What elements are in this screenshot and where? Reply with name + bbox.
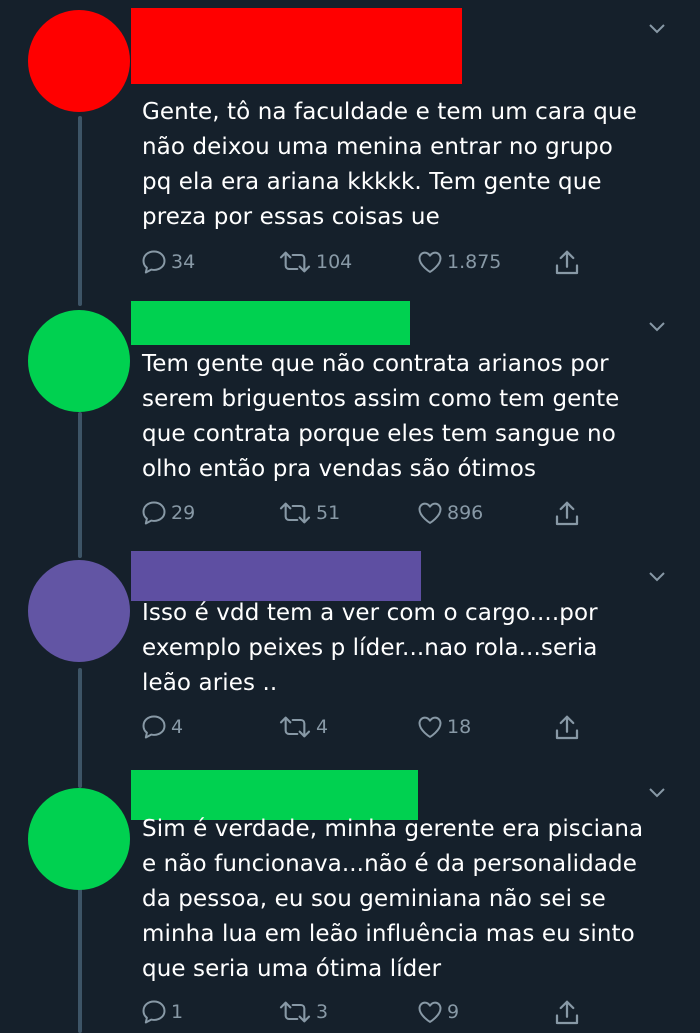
like-button[interactable]: 896: [416, 499, 483, 527]
retweet-button[interactable]: 51: [277, 499, 340, 527]
heart-icon: [418, 716, 442, 738]
tweet-actions: 4 4 18: [140, 713, 600, 743]
tweet[interactable]: Isso é vdd tem a ver com o cargo....por …: [0, 540, 700, 760]
retweet-icon: [279, 1001, 311, 1023]
reply-icon: [142, 250, 166, 274]
like-count: 1.875: [447, 251, 502, 273]
reply-count: 29: [171, 502, 196, 524]
redacted-username[interactable]: [131, 301, 410, 345]
tweet-text: Isso é vdd tem a ver com o cargo....por …: [142, 600, 598, 696]
redacted-username[interactable]: [131, 551, 421, 601]
retweet-count: 104: [316, 251, 353, 273]
heart-icon: [418, 251, 442, 273]
avatar[interactable]: [28, 10, 130, 112]
share-button[interactable]: [552, 499, 582, 529]
reply-button[interactable]: 4: [140, 713, 183, 741]
avatar[interactable]: [28, 788, 130, 890]
retweet-button[interactable]: 3: [277, 998, 328, 1026]
reply-icon: [142, 715, 166, 739]
share-button[interactable]: [552, 248, 582, 278]
retweet-icon: [279, 502, 311, 524]
like-button[interactable]: 9: [416, 998, 459, 1026]
reply-count: 1: [171, 1001, 184, 1023]
tweet-text: Sim é verdade, minha gerente era piscian…: [142, 816, 644, 982]
reply-button[interactable]: 29: [140, 499, 195, 527]
chevron-down-icon[interactable]: [648, 787, 666, 799]
redacted-username[interactable]: [131, 8, 462, 84]
reply-count: 34: [171, 251, 196, 273]
heart-icon: [418, 1001, 442, 1023]
tweet-actions: 34 104 1.875: [140, 248, 600, 278]
retweet-button[interactable]: 4: [277, 713, 328, 741]
share-button[interactable]: [552, 713, 582, 743]
reply-icon: [142, 1000, 166, 1024]
retweet-icon: [279, 716, 311, 738]
tweet-actions: 1 3 9: [140, 998, 600, 1028]
retweet-count: 51: [316, 502, 341, 524]
like-button[interactable]: 18: [416, 713, 471, 741]
share-icon: [555, 501, 579, 526]
tweet[interactable]: Gente, tô na faculdade e tem um cara que…: [0, 0, 700, 290]
share-icon: [555, 250, 579, 275]
tweet[interactable]: Sim é verdade, minha gerente era piscian…: [0, 760, 700, 1033]
reply-button[interactable]: 1: [140, 998, 183, 1026]
share-button[interactable]: [552, 998, 582, 1028]
avatar[interactable]: [28, 310, 130, 412]
retweet-button[interactable]: 104: [277, 248, 352, 276]
share-icon: [555, 1000, 579, 1025]
like-count: 18: [447, 716, 472, 738]
reply-icon: [142, 501, 166, 525]
like-count: 9: [447, 1001, 460, 1023]
share-icon: [555, 715, 579, 740]
tweet-text: Tem gente que não contrata arianos por s…: [142, 351, 620, 482]
chevron-down-icon[interactable]: [648, 321, 666, 333]
like-count: 896: [447, 502, 484, 524]
reply-button[interactable]: 34: [140, 248, 195, 276]
retweet-count: 3: [316, 1001, 329, 1023]
reply-count: 4: [171, 716, 184, 738]
chevron-down-icon[interactable]: [648, 571, 666, 583]
tweet-actions: 29 51 896: [140, 499, 600, 529]
like-button[interactable]: 1.875: [416, 248, 501, 276]
tweet[interactable]: Tem gente que não contrata arianos por s…: [0, 290, 700, 540]
retweet-count: 4: [316, 716, 329, 738]
avatar[interactable]: [28, 560, 130, 662]
tweet-text: Gente, tô na faculdade e tem um cara que…: [142, 99, 637, 230]
chevron-down-icon[interactable]: [648, 23, 666, 35]
heart-icon: [418, 502, 442, 524]
retweet-icon: [279, 251, 311, 273]
